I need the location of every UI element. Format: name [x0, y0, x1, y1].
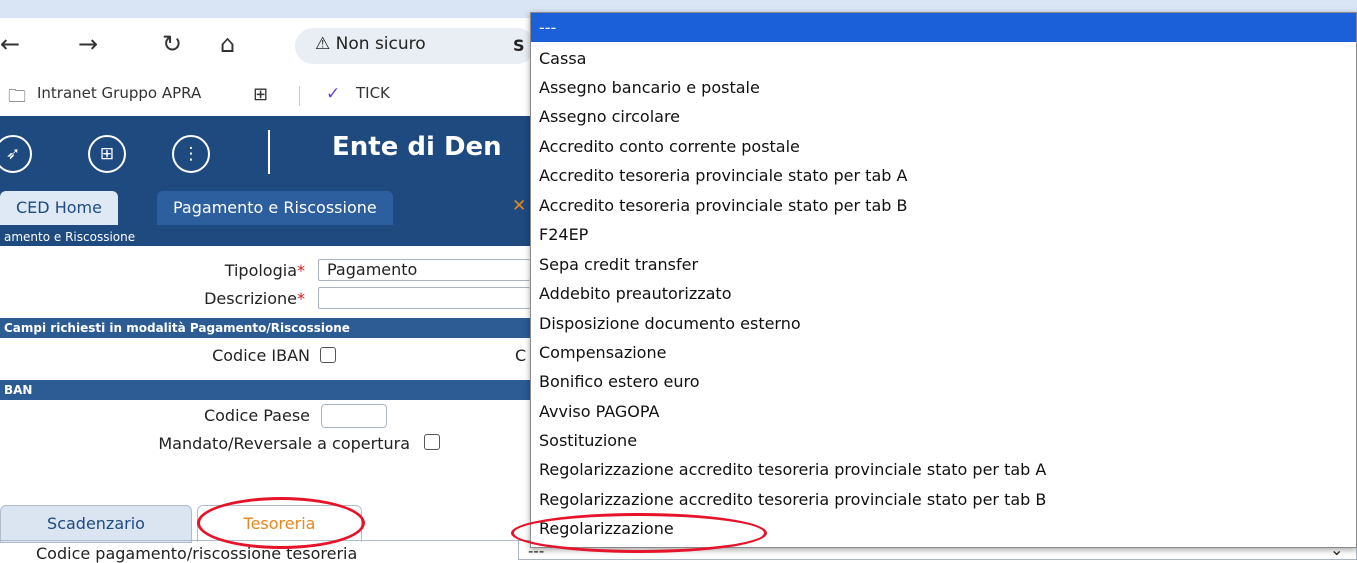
dropdown-option-cassa[interactable]: Cassa [539, 49, 586, 68]
header-divider [268, 130, 270, 174]
dropdown-option-f24ep[interactable]: F24EP [539, 225, 588, 244]
dropdown-option-sepa[interactable]: Sepa credit transfer [539, 255, 698, 274]
check-circle-icon: ✓ [326, 84, 341, 104]
section-title: amento e Riscossione [0, 228, 530, 246]
dropdown-option-bonifico-estero[interactable]: Bonifico estero euro [539, 372, 700, 391]
close-tab-icon[interactable]: ✕ [512, 196, 526, 216]
codice-paese-input[interactable] [321, 404, 387, 428]
mandato-checkbox[interactable] [424, 434, 440, 450]
tab-scadenzario[interactable]: Scadenzario [0, 505, 192, 543]
bookmark-folder-icon: 🗀 [8, 86, 26, 107]
annotation-circle-tesoreria [197, 497, 365, 549]
dropdown-option-addebito[interactable]: Addebito preautorizzato [539, 284, 732, 303]
iban-header: BAN [0, 380, 530, 400]
truncated-label: C [515, 346, 527, 365]
dropdown-option-disposizione[interactable]: Disposizione documento esterno [539, 314, 801, 333]
dropdown-option-accredito-tab-b[interactable]: Accredito tesoreria provinciale stato pe… [539, 196, 907, 215]
security-label: Non sicuro [335, 34, 426, 54]
dropdown-option-accredito-tab-a[interactable]: Accredito tesoreria provinciale stato pe… [539, 166, 907, 185]
warning-icon: ⚠ [315, 34, 331, 54]
home-icon[interactable]: ⌂ [220, 30, 235, 58]
reload-icon[interactable]: ↻ [162, 30, 182, 58]
security-warning[interactable]: ⚠ Non sicuro [315, 34, 426, 54]
dropdown-option-empty[interactable]: --- [531, 13, 1356, 42]
forward-arrow-icon[interactable]: → [78, 30, 98, 58]
bookmark-tick[interactable]: TICK [356, 84, 390, 102]
bookmark-divider [299, 86, 300, 106]
codice-iban-checkbox[interactable] [320, 347, 336, 363]
descrizione-label: Descrizione* [204, 289, 305, 308]
codice-paese-label: Codice Paese [203, 406, 310, 425]
codice-iban-label: Codice IBAN [212, 346, 310, 365]
annotation-circle-regolarizzazione [511, 513, 767, 553]
url-text[interactable]: S [513, 36, 525, 55]
tab-pagamento-riscossione[interactable]: Pagamento e Riscossione [157, 191, 393, 225]
apps-grid-icon[interactable]: ⊞ [253, 84, 268, 105]
dropdown-option-assegno-circolare[interactable]: Assegno circolare [539, 107, 680, 126]
campi-richiesti-header: Campi richiesti in modalità Pagamento/Ri… [0, 318, 530, 338]
tipologia-label: Tipologia* [224, 261, 305, 280]
more-vertical-icon[interactable]: ⋮ [172, 135, 210, 173]
dropdown-option-accredito-ccp[interactable]: Accredito conto corrente postale [539, 137, 800, 156]
dropdown-option-compensazione[interactable]: Compensazione [539, 343, 666, 362]
tab-ced-home[interactable]: CED Home [0, 191, 118, 225]
tipologia-select[interactable]: Pagamento [318, 259, 530, 281]
dropdown-option-regolarizzazione-tab-b[interactable]: Regolarizzazione accredito tesoreria pro… [539, 490, 1046, 509]
dropdown-option-assegno-bancario[interactable]: Assegno bancario e postale [539, 78, 760, 97]
mandato-label: Mandato/Reversale a copertura [158, 434, 410, 453]
dropdown-option-regolarizzazione-tab-a[interactable]: Regolarizzazione accredito tesoreria pro… [539, 460, 1046, 479]
app-title: Ente di Den [332, 132, 502, 162]
back-arrow-icon[interactable]: ← [0, 30, 20, 58]
apps-icon[interactable]: ⊞ [88, 135, 126, 173]
dropdown-list[interactable]: --- Cassa Assegno bancario e postale Ass… [511, 12, 1357, 553]
dropdown-option-sostituzione[interactable]: Sostituzione [539, 431, 637, 450]
bookmark-intranet[interactable]: Intranet Gruppo APRA [37, 84, 201, 102]
descrizione-input[interactable] [318, 287, 530, 309]
dropdown-option-pagopa[interactable]: Avviso PAGOPA [539, 402, 659, 421]
